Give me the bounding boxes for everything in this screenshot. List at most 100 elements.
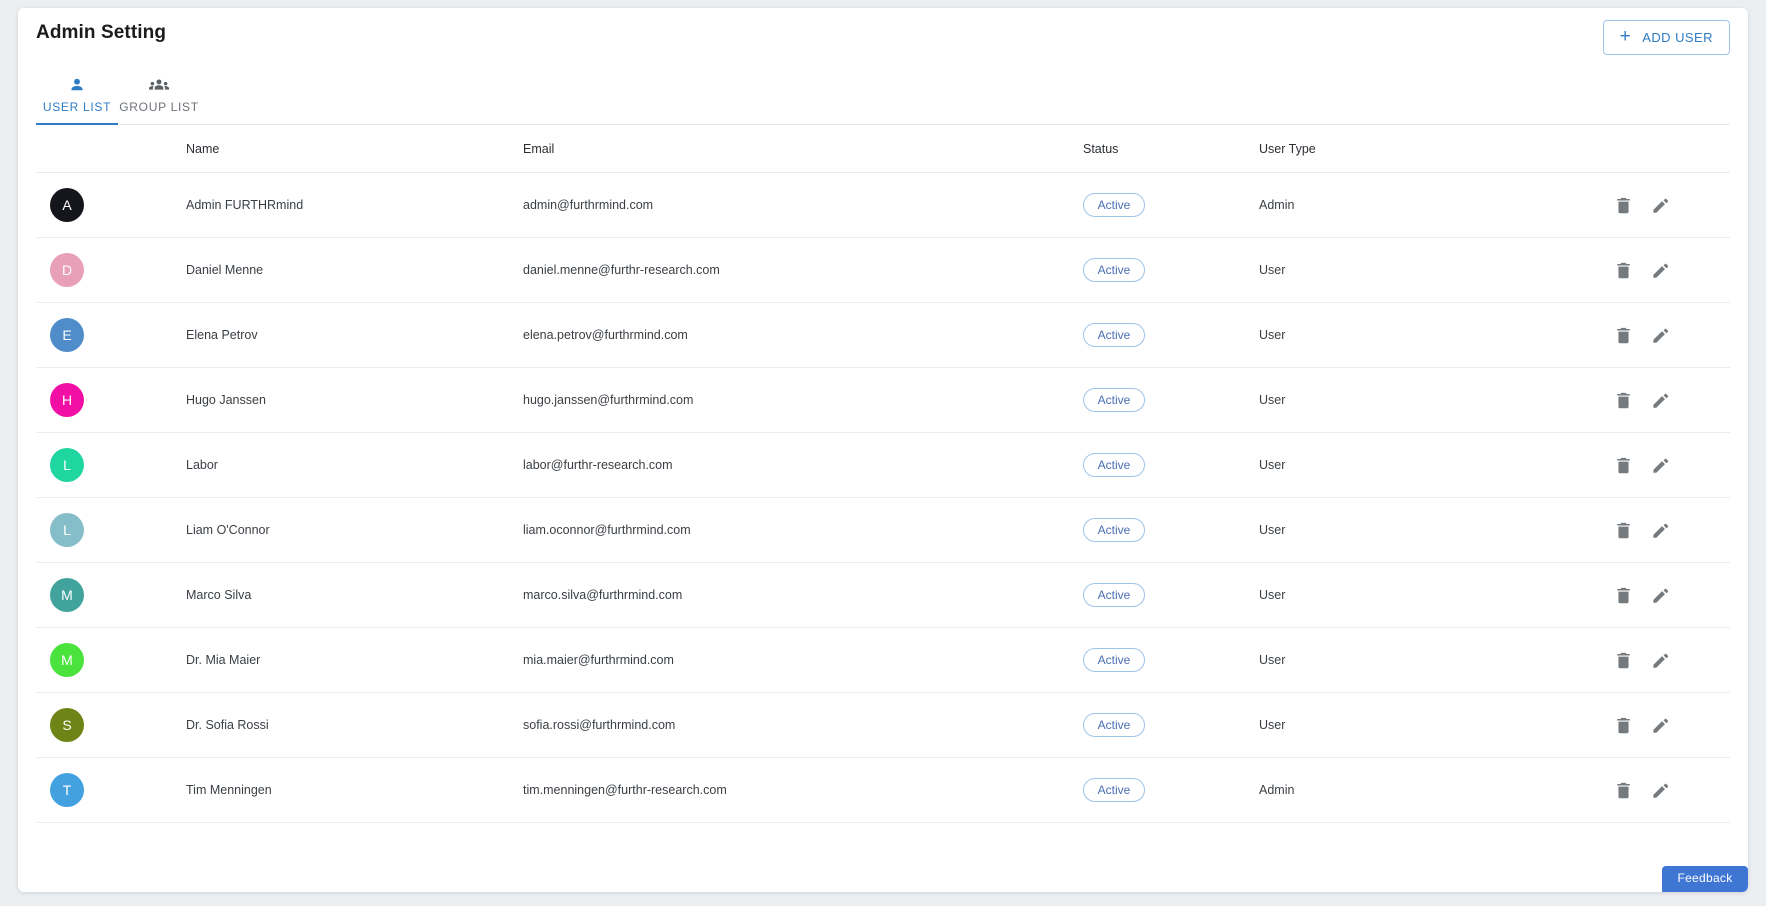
status-badge[interactable]: Active: [1083, 258, 1145, 282]
avatar-cell: T: [36, 757, 186, 823]
status-badge[interactable]: Active: [1083, 193, 1145, 217]
avatar-cell: M: [36, 562, 186, 628]
user-type: User: [1259, 497, 1604, 563]
row-actions-cell: [1604, 172, 1730, 238]
column-header-name: Name: [186, 125, 523, 173]
avatar: M: [50, 578, 84, 612]
trash-icon[interactable]: [1616, 782, 1631, 799]
avatar: A: [50, 188, 84, 222]
trash-icon[interactable]: [1616, 522, 1631, 539]
add-user-button[interactable]: + ADD USER: [1602, 20, 1730, 55]
avatar: T: [50, 773, 84, 807]
status-badge[interactable]: Active: [1083, 323, 1145, 347]
table-row[interactable]: E Elena Petrov elena.petrov@furthrmind.com…: [36, 302, 1730, 368]
status-cell: Active: [1083, 627, 1259, 693]
avatar: L: [50, 448, 84, 482]
pencil-icon[interactable]: [1653, 652, 1669, 669]
user-type: Admin: [1259, 172, 1604, 238]
trash-icon[interactable]: [1616, 457, 1631, 474]
row-actions: [1604, 522, 1730, 539]
avatar: E: [50, 318, 84, 352]
trash-icon[interactable]: [1616, 717, 1631, 734]
table-row[interactable]: D Daniel Menne daniel.menne@furthr-researc…: [36, 237, 1730, 303]
group-icon: [149, 76, 169, 94]
status-badge[interactable]: Active: [1083, 518, 1145, 542]
row-actions: [1604, 327, 1730, 344]
plus-icon: +: [1619, 26, 1632, 47]
column-header-status: Status: [1083, 125, 1259, 173]
user-name: Admin FURTHRmind: [186, 172, 523, 238]
pencil-icon[interactable]: [1653, 262, 1669, 279]
pencil-icon[interactable]: [1653, 197, 1669, 214]
user-type: User: [1259, 302, 1604, 368]
trash-icon[interactable]: [1616, 327, 1631, 344]
table-row[interactable]: L Liam O'Connor liam.oconnor@furthrmind.co…: [36, 497, 1730, 563]
avatar-cell: M: [36, 627, 186, 693]
user-name: Marco Silva: [186, 562, 523, 628]
status-badge[interactable]: Active: [1083, 778, 1145, 802]
row-actions: [1604, 262, 1730, 279]
tab-bar: USER LIST GROUP LIST: [36, 68, 1730, 125]
status-cell: Active: [1083, 302, 1259, 368]
table-row[interactable]: L Labor labor@furthr-research.com Active Use…: [36, 432, 1730, 498]
table-body: A Admin FURTHRmind admin@furthrmind.com Act…: [36, 172, 1730, 823]
pencil-icon[interactable]: [1653, 392, 1669, 409]
row-actions-cell: [1604, 237, 1730, 303]
pencil-icon[interactable]: [1653, 782, 1669, 799]
user-type: User: [1259, 562, 1604, 628]
status-cell: Active: [1083, 432, 1259, 498]
table-header-row: Name Email Status User Type: [36, 125, 1730, 173]
table-row[interactable]: A Admin FURTHRmind admin@furthrmind.com Act…: [36, 172, 1730, 238]
tab-group-list[interactable]: GROUP LIST: [118, 68, 200, 124]
user-email: hugo.janssen@furthrmind.com: [523, 367, 1083, 433]
status-badge[interactable]: Active: [1083, 388, 1145, 412]
user-email: liam.oconnor@furthrmind.com: [523, 497, 1083, 563]
status-cell: Active: [1083, 237, 1259, 303]
status-cell: Active: [1083, 172, 1259, 238]
user-type: User: [1259, 367, 1604, 433]
trash-icon[interactable]: [1616, 392, 1631, 409]
pencil-icon[interactable]: [1653, 457, 1669, 474]
tab-user-list[interactable]: USER LIST: [36, 68, 118, 125]
pencil-icon[interactable]: [1653, 522, 1669, 539]
row-actions-cell: [1604, 562, 1730, 628]
row-actions-cell: [1604, 432, 1730, 498]
column-header-email: Email: [523, 125, 1083, 173]
user-name: Dr. Sofia Rossi: [186, 692, 523, 758]
status-cell: Active: [1083, 757, 1259, 823]
pencil-icon[interactable]: [1653, 327, 1669, 344]
status-badge[interactable]: Active: [1083, 648, 1145, 672]
person-icon: [68, 76, 86, 94]
row-actions-cell: [1604, 757, 1730, 823]
trash-icon[interactable]: [1616, 587, 1631, 604]
user-type: Admin: [1259, 757, 1604, 823]
row-actions-cell: [1604, 302, 1730, 368]
trash-icon[interactable]: [1616, 652, 1631, 669]
table-row[interactable]: T Tim Menningen tim.menningen@furthr-resea…: [36, 757, 1730, 823]
user-name: Hugo Janssen: [186, 367, 523, 433]
table-row[interactable]: M Dr. Mia Maier mia.maier@furthrmind.com Ac…: [36, 627, 1730, 693]
feedback-tab[interactable]: Feedback: [1662, 866, 1748, 892]
status-badge[interactable]: Active: [1083, 453, 1145, 477]
table-row[interactable]: H Hugo Janssen hugo.janssen@furthrmind.com…: [36, 367, 1730, 433]
trash-icon[interactable]: [1616, 197, 1631, 214]
avatar-cell: A: [36, 172, 186, 238]
user-email: elena.petrov@furthrmind.com: [523, 302, 1083, 368]
status-cell: Active: [1083, 562, 1259, 628]
pencil-icon[interactable]: [1653, 587, 1669, 604]
column-header-usertype: User Type: [1259, 125, 1604, 173]
user-name: Liam O'Connor: [186, 497, 523, 563]
column-header-avatar: [36, 125, 186, 173]
page-scrollbar[interactable]: [1756, 0, 1766, 906]
status-badge[interactable]: Active: [1083, 583, 1145, 607]
tab-user-list-label: USER LIST: [42, 100, 112, 114]
table-row[interactable]: S Dr. Sofia Rossi sofia.rossi@furthrmind.c…: [36, 692, 1730, 758]
page-title: Admin Setting: [36, 22, 167, 43]
table-row[interactable]: M Marco Silva marco.silva@furthrmind.com Ac…: [36, 562, 1730, 628]
status-badge[interactable]: Active: [1083, 713, 1145, 737]
row-actions: [1604, 782, 1730, 799]
add-user-button-label: ADD USER: [1642, 30, 1713, 45]
pencil-icon[interactable]: [1653, 717, 1669, 734]
trash-icon[interactable]: [1616, 262, 1631, 279]
user-email: marco.silva@furthrmind.com: [523, 562, 1083, 628]
